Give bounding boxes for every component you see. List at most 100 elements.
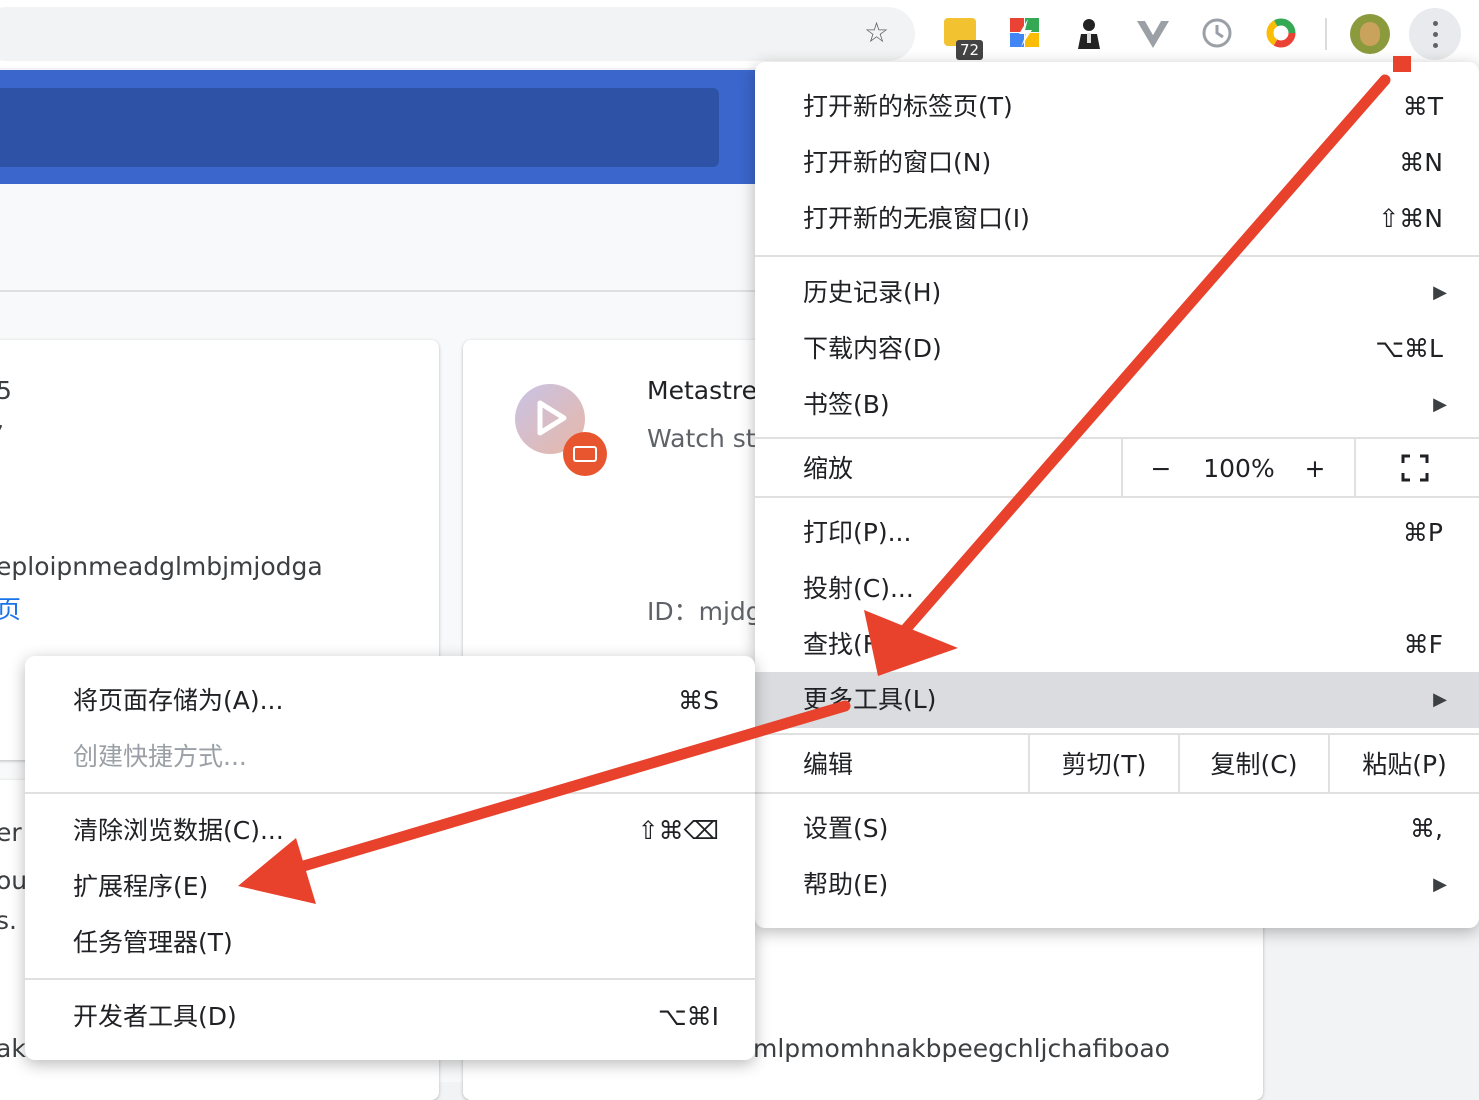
- extension-vue-icon[interactable]: [1136, 16, 1170, 50]
- menu-item-incognito[interactable]: 打开新的无痕窗口(I) ⇧⌘N: [755, 191, 1479, 247]
- menu-item-shortcut: ⇧⌘⌫: [637, 816, 719, 845]
- menu-row-zoom: 缩放: [755, 441, 1479, 497]
- submenu-arrow-icon: ▶: [1433, 394, 1447, 415]
- page-divider: [0, 290, 760, 292]
- chrome-menu-button[interactable]: [1409, 8, 1461, 60]
- extension-id: eploipnmeadglmbjmjodga: [0, 552, 323, 581]
- toolbar-divider: [1325, 18, 1327, 50]
- menu-item-shortcut: ⌘T: [1402, 92, 1443, 121]
- menu-item-label: 设置(S): [803, 814, 889, 843]
- menu-separator: [755, 437, 1479, 439]
- extension-id: ID：mjdg: [647, 597, 762, 626]
- extension-description: Watch str: [647, 424, 766, 453]
- page-search-bar[interactable]: [0, 88, 719, 167]
- menu-item-create-shortcut: 创建快捷方式...: [25, 729, 755, 785]
- menu-item-developer-tools[interactable]: 开发者工具(D) ⌥⌘I: [25, 989, 755, 1045]
- menu-item-extensions[interactable]: 扩展程序(E): [25, 859, 755, 915]
- menu-item-clear-browsing-data[interactable]: 清除浏览数据(C)... ⇧⌘⌫: [25, 803, 755, 859]
- menu-item-history[interactable]: 历史记录(H) ▶: [755, 265, 1479, 321]
- extension-badge: 72: [956, 40, 984, 60]
- menu-item-label: 打开新的无痕窗口(I): [803, 204, 1030, 233]
- zoom-label: 缩放: [803, 454, 854, 483]
- card-text: ak: [0, 1034, 26, 1063]
- menu-item-shortcut: ⌘P: [1402, 518, 1443, 547]
- menu-item-label: 书签(B): [803, 390, 890, 419]
- extension-chrome-ring-icon[interactable]: [1264, 16, 1298, 50]
- zoom-out-button[interactable]: −: [1147, 441, 1175, 497]
- menu-item-downloads[interactable]: 下载内容(D) ⌥⌘L: [755, 321, 1479, 377]
- chrome-main-menu: 打开新的标签页(T) ⌘T 打开新的窗口(N) ⌘N 打开新的无痕窗口(I) ⇧…: [755, 62, 1479, 928]
- menu-item-shortcut: ⇧⌘N: [1378, 204, 1443, 233]
- menu-item-label: 将页面存储为(A)...: [73, 686, 284, 715]
- address-bar[interactable]: [0, 7, 915, 61]
- fullscreen-icon[interactable]: [1401, 454, 1429, 482]
- details-link[interactable]: 页: [0, 590, 21, 626]
- zoom-level: 100%: [1203, 454, 1275, 483]
- browser-toolbar: ☆ 72: [0, 0, 1479, 68]
- menu-item-settings[interactable]: 设置(S) ⌘,: [755, 801, 1479, 857]
- menu-item-label: 打印(P)...: [803, 518, 912, 547]
- card-text: 5: [0, 376, 12, 405]
- menu-item-help[interactable]: 帮助(E) ▶: [755, 857, 1479, 913]
- cut-button[interactable]: 剪切(T): [1030, 737, 1178, 793]
- kebab-dot-icon: [1433, 21, 1438, 26]
- menu-item-label: 帮助(E): [803, 870, 889, 899]
- menu-separator: [25, 978, 755, 980]
- menu-item-task-manager[interactable]: 任务管理器(T): [25, 915, 755, 971]
- menu-item-shortcut: ⌘F: [1403, 630, 1443, 659]
- extension-lightning-icon[interactable]: [1008, 16, 1042, 50]
- kebab-dot-icon: [1433, 43, 1438, 48]
- extension-clock-icon[interactable]: [1200, 16, 1234, 50]
- extension-id: mlpmomhnakbpeegchljchafiboao: [753, 1034, 1170, 1063]
- menu-item-shortcut: ⌘,: [1410, 814, 1443, 843]
- extension-name: Metastrea: [647, 376, 773, 405]
- menu-item-label: 查找(F): [803, 630, 887, 659]
- menu-separator: [755, 733, 1479, 735]
- menu-item-label: 开发者工具(D): [73, 1002, 237, 1031]
- menu-item-shortcut: ⌥⌘I: [657, 1002, 719, 1031]
- menu-item-shortcut: ⌘N: [1399, 148, 1443, 177]
- submenu-arrow-icon: ▶: [1433, 874, 1447, 895]
- menu-item-bookmarks[interactable]: 书签(B) ▶: [755, 377, 1479, 433]
- menu-separator: [1354, 439, 1356, 497]
- kebab-dot-icon: [1433, 32, 1438, 37]
- menu-item-label: 打开新的标签页(T): [803, 92, 1013, 121]
- menu-item-save-page[interactable]: 将页面存储为(A)... ⌘S: [25, 673, 755, 729]
- profile-avatar[interactable]: [1350, 14, 1390, 54]
- menu-separator: [755, 496, 1479, 498]
- zoom-in-button[interactable]: +: [1301, 441, 1329, 497]
- menu-item-shortcut: ⌥⌘L: [1375, 334, 1443, 363]
- annotation-marker: [1393, 56, 1411, 72]
- menu-item-new-window[interactable]: 打开新的窗口(N) ⌘N: [755, 135, 1479, 191]
- menu-item-more-tools[interactable]: 更多工具(L) ▶: [755, 672, 1479, 728]
- menu-item-find[interactable]: 查找(F) ⌘F: [755, 617, 1479, 673]
- menu-item-label: 历史记录(H): [803, 278, 942, 307]
- menu-separator: [755, 255, 1479, 257]
- menu-item-print[interactable]: 打印(P)... ⌘P: [755, 505, 1479, 561]
- app-badge-icon: [563, 432, 607, 476]
- menu-item-label: 扩展程序(E): [73, 872, 209, 901]
- menu-item-label: 清除浏览数据(C)...: [73, 816, 284, 845]
- submenu-arrow-icon: ▶: [1433, 282, 1447, 303]
- card-text: s.: [0, 906, 17, 935]
- card-text: ’: [0, 420, 4, 449]
- bookmark-star-icon[interactable]: ☆: [864, 18, 889, 48]
- extension-person-icon[interactable]: [1072, 16, 1106, 50]
- menu-item-new-tab[interactable]: 打开新的标签页(T) ⌘T: [755, 79, 1479, 135]
- menu-separator: [25, 792, 755, 794]
- menu-separator: [755, 792, 1479, 794]
- menu-item-label: 任务管理器(T): [73, 928, 233, 957]
- copy-button[interactable]: 复制(C): [1180, 737, 1328, 793]
- menu-item-shortcut: ⌘S: [678, 686, 719, 715]
- menu-separator: [1121, 439, 1123, 497]
- more-tools-submenu: 将页面存储为(A)... ⌘S 创建快捷方式... 清除浏览数据(C)... ⇧…: [25, 656, 755, 1060]
- menu-item-label: 创建快捷方式...: [73, 742, 247, 771]
- menu-item-label: 更多工具(L): [803, 685, 937, 714]
- submenu-arrow-icon: ▶: [1433, 689, 1447, 710]
- paste-button[interactable]: 粘贴(P): [1330, 737, 1479, 793]
- menu-item-label: 下载内容(D): [803, 334, 942, 363]
- menu-item-label: 打开新的窗口(N): [803, 148, 992, 177]
- menu-item-label: 投射(C)...: [803, 574, 914, 603]
- extension-yellow-icon[interactable]: 72: [944, 16, 984, 60]
- menu-item-cast[interactable]: 投射(C)...: [755, 561, 1479, 617]
